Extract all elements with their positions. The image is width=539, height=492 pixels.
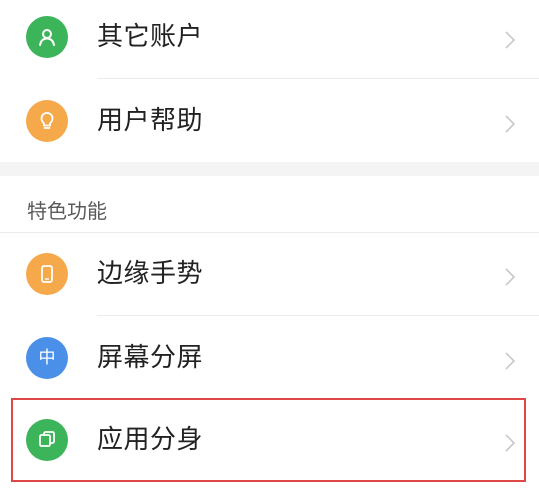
- person-icon: [26, 16, 68, 58]
- settings-item-label: 其它账户: [97, 22, 204, 52]
- divider: [0, 232, 539, 233]
- split-screen-icon: 中: [26, 337, 68, 379]
- highlight-box: [11, 398, 526, 482]
- settings-item-label: 用户帮助: [97, 106, 204, 136]
- settings-item-other-accounts[interactable]: 其它账户: [0, 0, 539, 80]
- settings-item-label: 屏幕分屏: [97, 343, 204, 373]
- chevron-right-icon: [505, 115, 516, 133]
- settings-item-user-help[interactable]: 用户帮助: [0, 80, 539, 160]
- section-separator: [0, 162, 539, 176]
- divider: [97, 315, 539, 316]
- lightbulb-icon: [26, 100, 68, 142]
- settings-item-edge-gesture[interactable]: 边缘手势: [0, 234, 539, 314]
- chevron-right-icon: [505, 352, 516, 370]
- section-header: 特色功能: [27, 199, 107, 223]
- divider: [97, 78, 539, 79]
- settings-screen: 其它账户 用户帮助 特色功能 边缘手势 中 屏幕分屏 应用分身: [0, 0, 539, 492]
- settings-item-label: 边缘手势: [97, 259, 204, 289]
- chevron-right-icon: [505, 31, 516, 49]
- settings-item-split-screen[interactable]: 中 屏幕分屏: [0, 317, 539, 397]
- phone-edge-icon: [26, 253, 68, 295]
- chevron-right-icon: [505, 268, 516, 286]
